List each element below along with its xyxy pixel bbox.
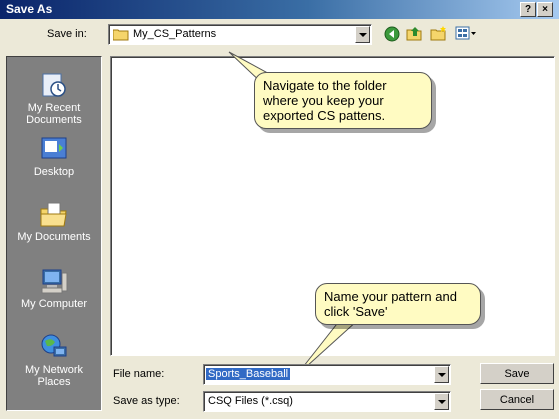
place-label: My Documents (17, 231, 91, 243)
places-bar: My Recent Documents Desktop My Documents… (6, 56, 102, 411)
save-as-type-dropdown-button[interactable] (434, 393, 449, 410)
save-in-combo[interactable]: My_CS_Patterns (108, 24, 372, 45)
folder-icon (113, 29, 129, 41)
back-icon[interactable] (384, 26, 400, 42)
save-in-dropdown-button[interactable] (355, 26, 370, 43)
place-my-recent-documents[interactable]: My Recent Documents (7, 71, 101, 126)
my-computer-icon (41, 269, 68, 294)
views-menu-icon[interactable] (455, 26, 477, 41)
place-label: Documents (26, 114, 82, 126)
file-name-input[interactable]: Sports_Baseball (203, 364, 451, 385)
cancel-button[interactable]: Cancel (480, 389, 554, 410)
save-button[interactable]: Save (480, 363, 554, 384)
desktop-icon (41, 137, 67, 159)
new-folder-icon[interactable] (430, 25, 448, 42)
up-folder-icon[interactable] (406, 25, 424, 42)
save-in-label: Save in: (47, 28, 87, 40)
name-hint-callout: Name your pattern and click 'Save' (315, 283, 481, 325)
name-hint-text: Name your pattern and click 'Save' (324, 289, 457, 319)
place-label: My Recent (27, 102, 81, 114)
place-my-documents[interactable]: My Documents (7, 200, 101, 243)
my-documents-icon (40, 202, 67, 227)
save-in-value: My_CS_Patterns (133, 28, 217, 40)
folder-hint-callout: Navigate to the folder where you keep yo… (254, 72, 432, 129)
save-as-type-select[interactable]: CSQ Files (*.csq) (203, 391, 451, 412)
file-name-dropdown-button[interactable] (434, 366, 449, 383)
file-name-label: File name: (113, 368, 165, 380)
folder-hint-text: Navigate to the folder where you keep yo… (263, 78, 387, 123)
title-bar: Save As ? × (0, 0, 559, 19)
place-label: Places (37, 376, 71, 388)
close-button[interactable]: × (537, 2, 553, 17)
save-as-type-label: Save as type: (113, 395, 180, 407)
network-places-icon (41, 334, 67, 357)
file-name-value: Sports_Baseball (206, 368, 291, 380)
save-as-type-value: CSQ Files (*.csq) (208, 395, 293, 407)
recent-documents-icon (42, 73, 66, 97)
window-title: Save As (6, 2, 53, 16)
place-desktop[interactable]: Desktop (7, 135, 101, 178)
place-label: Desktop (33, 166, 75, 178)
help-button[interactable]: ? (520, 2, 536, 17)
place-label: My Computer (20, 298, 88, 310)
place-my-computer[interactable]: My Computer (7, 267, 101, 310)
place-my-network-places[interactable]: My Network Places (7, 333, 101, 388)
place-label: My Network (24, 364, 84, 376)
